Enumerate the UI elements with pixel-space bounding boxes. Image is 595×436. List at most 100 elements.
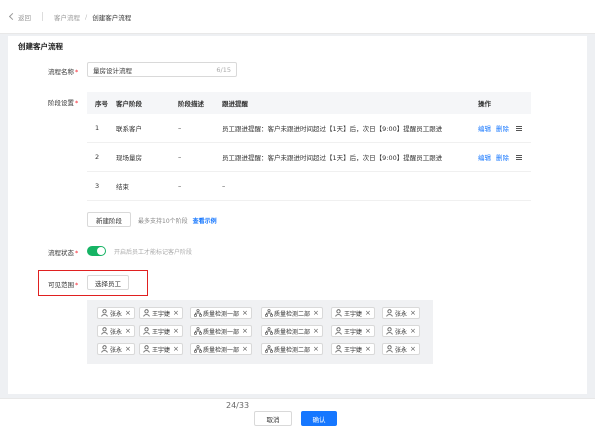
flow-name-input[interactable]: 量房设计流程 6/15 bbox=[87, 62, 237, 77]
drag-handle-icon[interactable] bbox=[516, 125, 522, 131]
breadcrumb-current: 创建客户流程 bbox=[92, 13, 132, 22]
scope-tag: 张永 × bbox=[382, 343, 420, 355]
stage-limit-hint: 最多支持10个阶段 查看示例 bbox=[138, 216, 222, 225]
table-row: 2 现场量房 – 员工跟进提醒：客户未跟进时间超过【1天】后，次日【9:00】提… bbox=[87, 143, 531, 172]
status-label: 流程状态* bbox=[48, 247, 78, 257]
user-icon bbox=[143, 327, 150, 335]
close-icon[interactable]: × bbox=[410, 345, 416, 353]
edit-link[interactable]: 编辑 bbox=[478, 152, 491, 162]
org-icon bbox=[193, 309, 203, 317]
status-hint: 开启后员工才能标记客户阶段 bbox=[114, 249, 193, 256]
close-icon[interactable]: × bbox=[365, 345, 371, 353]
new-stage-button[interactable]: 新建阶段 bbox=[87, 212, 131, 227]
table-row: 3 结束 – – bbox=[87, 172, 531, 201]
scope-tag: 张永 × bbox=[382, 307, 420, 319]
back-button[interactable]: 返回 bbox=[8, 12, 31, 22]
scope-tag-label: 质量检测一部 bbox=[203, 310, 240, 318]
scope-tag-label: 张永 bbox=[395, 310, 408, 318]
confirm-button[interactable]: 确认 bbox=[301, 411, 337, 426]
close-icon[interactable]: × bbox=[313, 345, 319, 353]
drag-handle-icon[interactable] bbox=[516, 154, 522, 160]
row-no: 2 bbox=[95, 153, 100, 161]
scope-label-text: 可见范围 bbox=[48, 281, 74, 289]
stage-table: 序号 客户阶段 阶段描述 跟进提醒 操作 1 联系客户 – 员工跟进提醒：客户未… bbox=[87, 92, 531, 201]
user-icon bbox=[101, 345, 108, 353]
user-icon bbox=[101, 309, 108, 317]
flow-name-label: 流程名称* bbox=[48, 66, 78, 76]
scope-tag-label: 质量检测二部 bbox=[274, 328, 311, 336]
scope-tag: 张永 × bbox=[382, 325, 420, 337]
page-title: 创建客户流程 bbox=[18, 42, 63, 51]
user-icon bbox=[143, 345, 150, 353]
user-icon bbox=[101, 327, 108, 335]
scope-tag: 质量检测一部 × bbox=[190, 307, 252, 319]
row-no: 1 bbox=[95, 124, 100, 132]
row-desc: – bbox=[178, 153, 182, 161]
form-card: 创建客户流程 流程名称* 量房设计流程 6/15 阶段设置* 序号 客户阶段 阶… bbox=[8, 36, 587, 394]
org-icon bbox=[264, 309, 274, 317]
close-icon[interactable]: × bbox=[410, 327, 416, 335]
scope-tag: 张永 × bbox=[97, 343, 135, 355]
close-icon[interactable]: × bbox=[125, 309, 131, 317]
table-header: 序号 客户阶段 阶段描述 跟进提醒 操作 bbox=[87, 92, 531, 114]
close-icon[interactable]: × bbox=[173, 309, 179, 317]
top-bar: 返回 客户流程 / 创建客户流程 bbox=[0, 0, 595, 34]
delete-link[interactable]: 删除 bbox=[496, 123, 509, 133]
scope-tag: 王宇婕 × bbox=[331, 343, 375, 355]
close-icon[interactable]: × bbox=[242, 327, 248, 335]
close-icon[interactable]: × bbox=[242, 309, 248, 317]
col-header-no: 序号 bbox=[95, 100, 108, 108]
divider bbox=[42, 12, 43, 21]
scope-tag: 王宇婕 × bbox=[139, 325, 183, 337]
scope-tag: 张永 × bbox=[97, 325, 135, 337]
scope-tag-label: 王宇婕 bbox=[152, 310, 171, 318]
edit-link[interactable]: 编辑 bbox=[478, 123, 491, 133]
col-header-stage: 客户阶段 bbox=[116, 100, 142, 108]
row-remind: 员工跟进提醒：客户未跟进时间超过【1天】后，次日【9:00】提醒员工跟进 bbox=[222, 154, 443, 162]
scope-tag-label: 张永 bbox=[110, 310, 123, 318]
org-icon bbox=[264, 345, 274, 353]
col-header-remind: 跟进提醒 bbox=[222, 100, 248, 108]
scope-tag: 王宇婕 × bbox=[139, 343, 183, 355]
row-ops: 编辑 删除 bbox=[472, 152, 531, 162]
close-icon[interactable]: × bbox=[242, 345, 248, 353]
row-no: 3 bbox=[95, 182, 100, 190]
scope-tag: 张永 × bbox=[97, 307, 135, 319]
page-indicator: 24/33 bbox=[226, 401, 250, 410]
view-example-link[interactable]: 查看示例 bbox=[193, 218, 217, 225]
footer-bar bbox=[0, 398, 595, 436]
close-icon[interactable]: × bbox=[313, 309, 319, 317]
flow-name-label-text: 流程名称 bbox=[48, 68, 74, 76]
user-icon bbox=[386, 309, 393, 317]
close-icon[interactable]: × bbox=[125, 327, 131, 335]
row-ops: 编辑 删除 bbox=[472, 123, 531, 133]
cancel-button[interactable]: 取消 bbox=[254, 411, 292, 426]
delete-link[interactable]: 删除 bbox=[496, 152, 509, 162]
required-mark: * bbox=[75, 68, 79, 76]
scope-tag-label: 王宇婕 bbox=[344, 346, 363, 354]
close-icon[interactable]: × bbox=[173, 345, 179, 353]
scope-tag-label: 王宇婕 bbox=[152, 328, 171, 336]
close-icon[interactable]: × bbox=[410, 309, 416, 317]
close-icon[interactable]: × bbox=[125, 345, 131, 353]
close-icon[interactable]: × bbox=[365, 327, 371, 335]
breadcrumb-parent[interactable]: 客户流程 bbox=[54, 12, 80, 22]
close-icon[interactable]: × bbox=[365, 309, 371, 317]
scope-tag-label: 王宇婕 bbox=[344, 328, 363, 336]
close-icon[interactable]: × bbox=[313, 327, 319, 335]
status-toggle[interactable] bbox=[87, 246, 106, 256]
close-icon[interactable]: × bbox=[173, 327, 179, 335]
col-header-desc: 阶段描述 bbox=[178, 100, 204, 108]
status-label-text: 流程状态 bbox=[48, 249, 74, 257]
stages-label-text: 阶段设置 bbox=[48, 99, 74, 107]
row-desc: – bbox=[178, 182, 182, 190]
user-icon bbox=[143, 309, 150, 317]
org-icon bbox=[193, 327, 203, 335]
scope-tag: 质量检测二部 × bbox=[261, 325, 323, 337]
choose-staff-button[interactable]: 选择员工 bbox=[87, 275, 129, 290]
row-stage: 联系客户 bbox=[116, 125, 142, 133]
row-stage: 结束 bbox=[116, 183, 129, 191]
col-header-ops: 操作 bbox=[478, 100, 491, 108]
scope-tag-label: 质量检测一部 bbox=[203, 346, 240, 354]
required-mark: * bbox=[75, 99, 79, 107]
